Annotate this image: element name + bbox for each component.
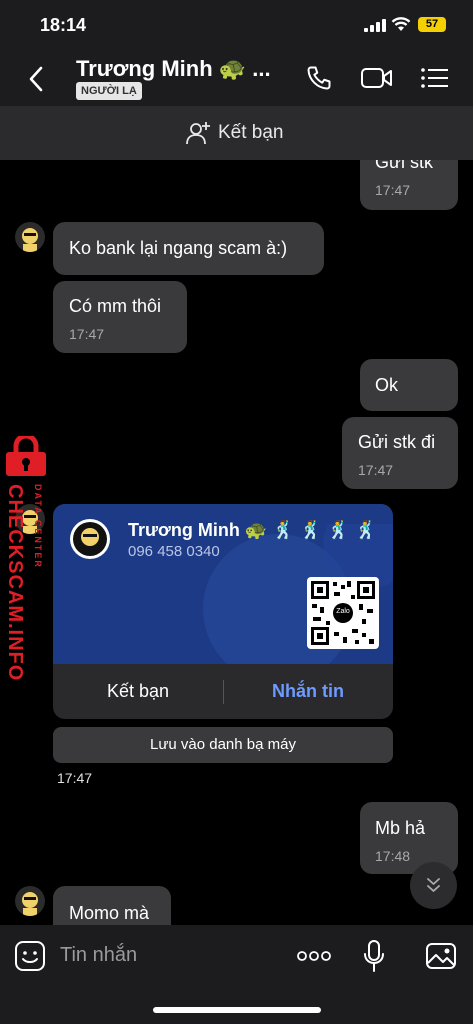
cellular-signal-icon bbox=[364, 18, 386, 32]
message-text: Momo mà bbox=[69, 903, 150, 923]
message-text: Mb hả bbox=[375, 818, 426, 838]
sticker-icon[interactable] bbox=[14, 940, 46, 972]
qr-code[interactable]: Zalo bbox=[307, 577, 379, 649]
lock-logo-icon bbox=[6, 436, 46, 476]
home-indicator bbox=[153, 1007, 321, 1013]
phone-icon[interactable] bbox=[305, 64, 333, 92]
contact-name[interactable]: Trương Minh 🐢 ... bbox=[76, 56, 271, 82]
watermark-sub: DATA CENTER bbox=[33, 484, 43, 569]
message-text: Có mm thôi bbox=[69, 296, 162, 316]
wifi-icon bbox=[391, 17, 411, 31]
message-text: Gửi stk đi bbox=[358, 432, 436, 452]
outgoing-message-bubble[interactable] bbox=[342, 417, 458, 489]
qr-logo-label: Zalo bbox=[336, 608, 350, 615]
card-add-friend-button[interactable]: Kết bạn bbox=[53, 664, 223, 719]
message-time: 17:47 bbox=[69, 326, 105, 342]
back-arrow-icon[interactable] bbox=[28, 66, 44, 92]
menu-list-icon[interactable] bbox=[420, 66, 450, 90]
message-time: 17:48 bbox=[375, 848, 411, 864]
card-avatar bbox=[70, 519, 110, 559]
message-input[interactable] bbox=[58, 940, 282, 974]
add-friend-label[interactable]: Kết bạn bbox=[218, 122, 284, 144]
microphone-icon[interactable] bbox=[362, 939, 386, 973]
save-contact-button[interactable]: Lưu vào danh bạ máy bbox=[53, 727, 393, 763]
card-time: 17:47 bbox=[57, 770, 93, 786]
message-text: Ko bank lại ngang scam à:) bbox=[69, 238, 288, 258]
status-time: 18:14 bbox=[40, 15, 87, 35]
contact-avatar[interactable] bbox=[15, 222, 45, 252]
incoming-message-bubble[interactable] bbox=[53, 281, 187, 353]
watermark-brand: CHECKSCAM.INFO bbox=[4, 484, 26, 682]
message-time: 17:47 bbox=[375, 182, 411, 198]
video-call-icon[interactable] bbox=[360, 66, 394, 90]
battery-icon: 57 bbox=[418, 17, 446, 32]
scroll-down-button[interactable] bbox=[410, 862, 457, 909]
more-options-icon[interactable] bbox=[296, 950, 332, 962]
stranger-badge: NGƯỜI LẠ bbox=[76, 82, 142, 100]
card-contact-name: Trương Minh 🐢 🕺 🕺 🕺 🕺 ... bbox=[128, 520, 378, 540]
image-gallery-icon[interactable] bbox=[425, 940, 457, 972]
contact-avatar[interactable] bbox=[15, 886, 45, 916]
message-text: Ok bbox=[375, 375, 399, 395]
add-friend-icon bbox=[186, 122, 210, 145]
message-time: 17:47 bbox=[358, 462, 394, 478]
card-phone-number: 096 458 0340 bbox=[128, 543, 220, 560]
card-message-button[interactable]: Nhắn tin bbox=[223, 664, 393, 719]
contact-card[interactable]: Trương Minh 🐢 🕺 🕺 🕺 🕺 ... 096 458 0340 Z… bbox=[53, 504, 393, 719]
